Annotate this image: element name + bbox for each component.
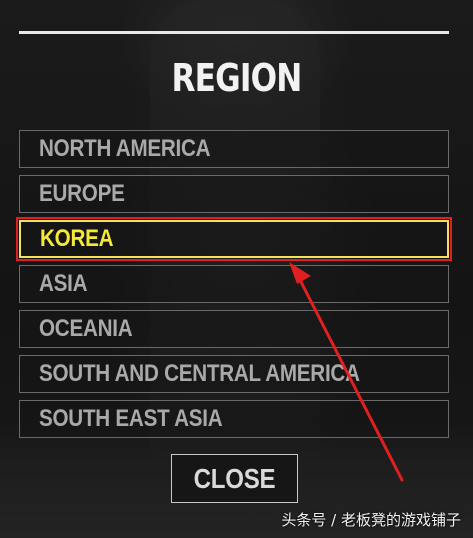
- region-option-korea[interactable]: KOREA: [16, 217, 452, 261]
- region-option-europe[interactable]: EUROPE: [19, 175, 449, 213]
- region-option-south-east-asia[interactable]: SOUTH EAST ASIA: [19, 400, 449, 438]
- region-option-oceania[interactable]: OCEANIA: [19, 310, 449, 348]
- region-option-south-and-central-america[interactable]: SOUTH AND CENTRAL AMERICA: [19, 355, 449, 393]
- region-option-label: ASIA: [39, 270, 88, 297]
- region-option-label: KOREA: [40, 225, 114, 252]
- region-option-label: SOUTH AND CENTRAL AMERICA: [39, 360, 360, 387]
- region-option-asia[interactable]: ASIA: [19, 265, 449, 303]
- region-option-north-america[interactable]: NORTH AMERICA: [19, 130, 449, 168]
- dialog-title: REGION: [171, 56, 302, 100]
- close-button[interactable]: CLOSE: [171, 454, 298, 503]
- region-option-label: EUROPE: [39, 180, 125, 207]
- watermark: 头条号 / 老板凳的游戏铺子: [281, 511, 461, 529]
- header-divider: [19, 31, 449, 34]
- close-button-label: CLOSE: [193, 462, 276, 494]
- region-option-label: OCEANIA: [39, 315, 133, 342]
- region-option-label: SOUTH EAST ASIA: [39, 405, 223, 432]
- region-option-label: NORTH AMERICA: [39, 135, 211, 162]
- region-list: NORTH AMERICA EUROPE KOREA ASIA OCEANIA …: [16, 130, 452, 445]
